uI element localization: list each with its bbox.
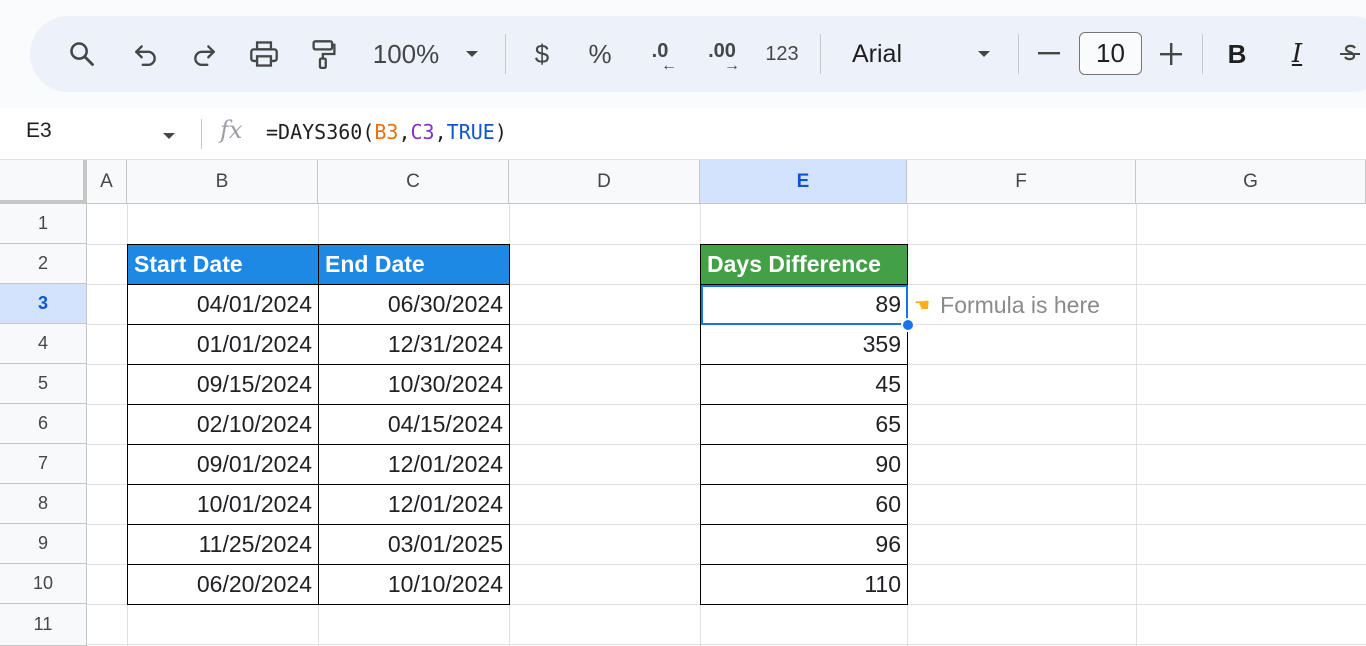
minus-icon[interactable] [1036,16,1062,92]
arrow-right-icon: → [724,57,740,74]
zoom-value[interactable]: 100% [366,16,446,92]
strikethrough-icon[interactable] [1336,16,1364,92]
cell-start-date[interactable]: 09/01/2024 [127,444,319,485]
undo-icon[interactable] [128,16,164,92]
name-box[interactable]: E3 [26,119,52,143]
toolbar: 100% $ % .0 ← .00 → 123 Arial B I [30,16,1366,92]
column-header-c[interactable]: C [318,160,509,204]
cell-start-date[interactable]: 09/15/2024 [127,364,319,405]
cell-e2-days-difference-header[interactable]: Days Difference [700,244,908,285]
cell-days-difference[interactable]: 96 [700,524,908,565]
cell-end-date[interactable]: 06/30/2024 [318,284,510,325]
formula-bar: E3 fx =DAYS360(B3,C3,TRUE) [0,108,1366,160]
cell-end-date[interactable]: 12/31/2024 [318,324,510,365]
formula-input[interactable]: =DAYS360(B3,C3,TRUE) [266,120,507,144]
function-icon: fx [220,116,243,144]
row-header-6[interactable]: 6 [0,404,87,444]
currency-button[interactable]: $ [528,16,556,92]
annotation-text: Formula is here [940,291,1100,318]
gridline [87,644,1366,645]
row-header-5[interactable]: 5 [0,364,87,404]
separator [1018,34,1019,74]
row-header-4[interactable]: 4 [0,324,87,364]
formula-arg-b3: B3 [374,120,399,144]
annotation-note: ☚ Formula is here [914,288,1100,322]
column-header-b[interactable]: B [127,160,318,204]
cell-end-date[interactable]: 12/01/2024 [318,484,510,525]
separator [1202,34,1203,74]
column-header-d[interactable]: D [509,160,700,204]
cell-start-date[interactable]: 01/01/2024 [127,324,319,365]
decrease-decimal-button[interactable]: .0 ← [640,16,680,92]
redo-icon[interactable] [186,16,222,92]
cell-end-date[interactable]: 03/01/2025 [318,524,510,565]
separator [201,119,202,149]
number-format-button[interactable]: 123 [762,16,802,92]
row-header-7[interactable]: 7 [0,444,87,484]
formula-arg-true: TRUE [446,120,495,144]
column-header-f[interactable]: F [907,160,1136,204]
arrow-left-icon: ← [661,57,677,74]
formula-prefix: =DAYS360( [266,120,375,144]
paint-format-icon[interactable] [306,16,342,92]
bold-button[interactable]: B [1224,16,1250,92]
cell-start-date[interactable]: 06/20/2024 [127,564,319,605]
row-header-8[interactable]: 8 [0,484,87,524]
toolbar-area: 100% $ % .0 ← .00 → 123 Arial B I 10 [0,0,1366,108]
row-header-1[interactable]: 1 [0,204,87,244]
row-header-9[interactable]: 9 [0,524,87,564]
increase-decimal-button[interactable]: .00 → [700,16,744,92]
column-header-e[interactable]: E [700,160,907,204]
cell-c2-end-date-header[interactable]: End Date [318,244,510,285]
separator [820,34,821,74]
select-all-corner[interactable] [0,160,87,204]
cell-days-difference[interactable]: 45 [700,364,908,405]
search-icon[interactable] [62,16,102,92]
font-family-select[interactable]: Arial [842,16,912,92]
column-header-g[interactable]: G [1136,160,1366,204]
cell-days-difference[interactable]: 60 [700,484,908,525]
separator [505,34,506,74]
cell-start-date[interactable]: 04/01/2024 [127,284,319,325]
print-icon[interactable] [244,16,284,92]
cell-end-date[interactable]: 10/30/2024 [318,364,510,405]
gridline [1136,204,1137,646]
cell-b2-start-date-header[interactable]: Start Date [127,244,319,285]
cell-end-date[interactable]: 04/15/2024 [318,404,510,445]
formula-suffix: ) [494,120,507,144]
row-header-11[interactable]: 11 [0,604,87,646]
pointing-hand-icon: ☚ [914,294,931,315]
row-header-10[interactable]: 10 [0,564,87,604]
column-header-a[interactable]: A [87,160,127,204]
cell-days-difference[interactable]: 110 [700,564,908,605]
fill-handle[interactable] [901,318,915,332]
font-size-input[interactable]: 10 [1079,32,1142,75]
row-header-3[interactable]: 3 [0,284,87,324]
cell-days-difference[interactable]: 90 [700,444,908,485]
cell-days-difference[interactable]: 89 [700,284,908,325]
cell-days-difference[interactable]: 65 [700,404,908,445]
plus-icon[interactable] [1158,16,1184,92]
cell-start-date[interactable]: 02/10/2024 [127,404,319,445]
cell-days-difference[interactable]: 359 [700,324,908,365]
cell-start-date[interactable]: 11/25/2024 [127,524,319,565]
spreadsheet-grid: A B C D E F G 1 2 3 4 5 6 7 8 9 10 11 St… [0,160,1366,646]
cell-end-date[interactable]: 10/10/2024 [318,564,510,605]
chevron-down-icon[interactable] [972,16,996,92]
cell-start-date[interactable]: 10/01/2024 [127,484,319,525]
cell-end-date[interactable]: 12/01/2024 [318,444,510,485]
italic-button[interactable]: I [1284,16,1310,92]
chevron-down-icon[interactable] [460,16,484,92]
chevron-down-icon[interactable] [162,128,176,146]
formula-comma: , [398,120,411,144]
percent-button[interactable]: % [586,16,614,92]
row-header-2[interactable]: 2 [0,244,87,284]
formula-comma: , [434,120,447,144]
formula-arg-c3: C3 [410,120,435,144]
